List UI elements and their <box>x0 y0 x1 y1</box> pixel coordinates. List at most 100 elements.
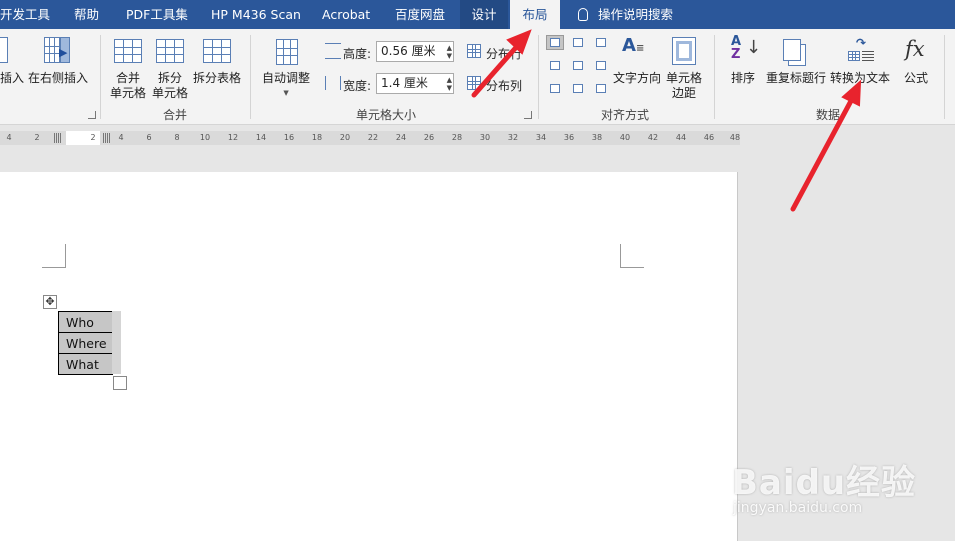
align-middle-left-button[interactable] <box>546 58 564 73</box>
height-spinner[interactable]: ▲ ▼ <box>447 44 452 60</box>
split-table-button[interactable]: 拆分表格 <box>193 71 241 86</box>
align-bottom-center-button[interactable] <box>569 81 587 96</box>
rows-cols-launcher[interactable] <box>88 111 96 119</box>
tab-pdf-tools[interactable]: PDF工具集 <box>126 0 188 29</box>
group-label-data: 数据 <box>816 108 841 122</box>
table-move-handle-icon[interactable]: ✥ <box>43 295 57 309</box>
repeat-header-row-button[interactable]: 重复标题行 <box>766 71 826 86</box>
width-spinner[interactable]: ▲ ▼ <box>447 76 452 92</box>
sort-button[interactable]: 排序 <box>731 71 755 86</box>
divider <box>944 35 945 119</box>
cell-size-launcher[interactable] <box>524 111 532 119</box>
text-direction-icon: A≡ <box>622 35 645 56</box>
tab-baidu-netdisk[interactable]: 百度网盘 <box>395 0 445 29</box>
baidu-watermark-url: jingyan.baidu.com <box>733 500 863 516</box>
distribute-rows-button[interactable]: 分布行 <box>486 45 522 62</box>
ruler-number: 8 <box>174 133 180 142</box>
sort-arrow-icon: ↓ <box>746 37 762 58</box>
ruler-number: 2 <box>90 133 96 142</box>
align-middle-right-button[interactable] <box>592 58 610 73</box>
row-end-marks <box>112 311 121 374</box>
merge-cells-label: 合并 <box>116 71 141 85</box>
row-height-icon <box>325 43 341 59</box>
ruler-number: 10 <box>199 133 211 142</box>
group-label-merge: 合并 <box>163 108 188 122</box>
formula-button[interactable]: 公式 <box>904 71 928 86</box>
ribbon-layout-panel: 插入 ▶ 在右侧插入 合并 单元格 拆分 单元格 拆分表格 合并 自动调整 ▼ … <box>0 29 955 125</box>
margin-corner-mark <box>42 244 66 268</box>
autofit-button[interactable]: 自动调整 ▼ <box>262 71 310 101</box>
margin-corner-mark <box>620 244 644 268</box>
tab-help[interactable]: 帮助 <box>74 0 99 29</box>
col-width-input[interactable]: 1.4 厘米 ▲ ▼ <box>376 73 454 94</box>
horizontal-ruler[interactable]: 4 2 2 4 6 8 10 12 14 16 18 20 22 24 26 2… <box>0 131 740 145</box>
merge-cells-label-2: 单元格 <box>110 86 147 100</box>
merge-cells-button[interactable]: 合并 单元格 <box>110 71 146 101</box>
align-top-right-button[interactable] <box>592 35 610 50</box>
repeat-header-icon <box>783 39 801 61</box>
ruler-number: 16 <box>283 133 295 142</box>
document-table[interactable]: Who Where What <box>58 311 113 375</box>
autofit-label: 自动调整 <box>262 71 311 85</box>
height-label: 高度: <box>343 47 372 61</box>
split-cells-label: 拆分 <box>158 71 183 85</box>
document-page[interactable]: ✥ Who Where What <box>0 172 738 541</box>
tab-developer[interactable]: 开发工具 <box>0 0 50 29</box>
align-top-center-button[interactable] <box>569 35 587 50</box>
ruler-number: 40 <box>619 133 631 142</box>
formula-icon: fx <box>905 37 925 61</box>
table-cell[interactable]: Who <box>58 311 113 333</box>
tell-me-search[interactable]: 操作说明搜索 <box>578 0 673 29</box>
cell-margins-icon <box>672 37 696 65</box>
width-label: 宽度: <box>343 79 372 93</box>
distribute-rows-icon <box>467 44 481 58</box>
insert-right-icon[interactable]: ▶ <box>44 37 70 63</box>
lightbulb-icon <box>578 8 588 21</box>
group-label-cell-size: 单元格大小 <box>356 108 417 122</box>
convert-to-text-button[interactable]: 转换为文本 <box>830 71 890 86</box>
text-direction-button[interactable]: 文字方向 <box>613 71 661 86</box>
ruler-number: 6 <box>146 133 152 142</box>
split-cells-label-2: 单元格 <box>152 86 189 100</box>
column-marker[interactable] <box>54 133 62 143</box>
row-height-value: 0.56 厘米 <box>381 44 436 58</box>
ruler-number: 14 <box>255 133 267 142</box>
insert-right-button[interactable]: 在右侧插入 <box>28 71 88 86</box>
distribute-cols-icon <box>467 76 481 90</box>
ruler-number: 30 <box>479 133 491 142</box>
align-bottom-right-button[interactable] <box>592 81 610 96</box>
chevron-down-icon: ▼ <box>283 89 289 97</box>
tab-table-design[interactable]: 设计 <box>460 0 508 29</box>
ruler-number: 4 <box>118 133 124 142</box>
group-label-alignment: 对齐方式 <box>601 108 650 122</box>
baidu-watermark-logo: Baidu经验 <box>732 463 917 503</box>
tab-acrobat[interactable]: Acrobat <box>322 0 370 29</box>
divider <box>714 35 715 119</box>
split-cells-icon <box>156 39 184 63</box>
column-marker[interactable] <box>103 133 111 143</box>
table-cell[interactable]: What <box>58 353 113 375</box>
autofit-icon <box>276 39 298 65</box>
split-cells-button[interactable]: 拆分 单元格 <box>152 71 188 101</box>
align-bottom-left-button[interactable] <box>546 81 564 96</box>
distribute-cols-button[interactable]: 分布列 <box>486 77 522 94</box>
sort-icon: AZ <box>731 34 742 62</box>
ruler-number: 32 <box>507 133 519 142</box>
col-width-value: 1.4 厘米 <box>381 76 428 90</box>
table-row: What <box>58 353 113 375</box>
row-height-input[interactable]: 0.56 厘米 ▲ ▼ <box>376 41 454 62</box>
tab-table-layout[interactable]: 布局 <box>510 0 560 29</box>
cell-margins-button[interactable]: 单元格 边距 <box>666 71 702 101</box>
ribbon-tab-bar: 开发工具 帮助 PDF工具集 HP M436 Scan Acrobat 百度网盘… <box>0 0 955 29</box>
ruler-number: 38 <box>591 133 603 142</box>
ruler-number: 48 <box>729 133 741 142</box>
table-cell[interactable]: Where <box>58 332 113 354</box>
ruler-number: 18 <box>311 133 323 142</box>
table-resize-handle-icon[interactable] <box>113 376 127 390</box>
tab-hp-scan[interactable]: HP M436 Scan <box>211 0 301 29</box>
align-middle-center-button[interactable] <box>569 58 587 73</box>
ruler-number: 2 <box>34 133 40 142</box>
insert-left-button[interactable]: 插入 <box>0 71 24 86</box>
align-top-left-button[interactable] <box>546 35 564 50</box>
ruler-number: 44 <box>675 133 687 142</box>
